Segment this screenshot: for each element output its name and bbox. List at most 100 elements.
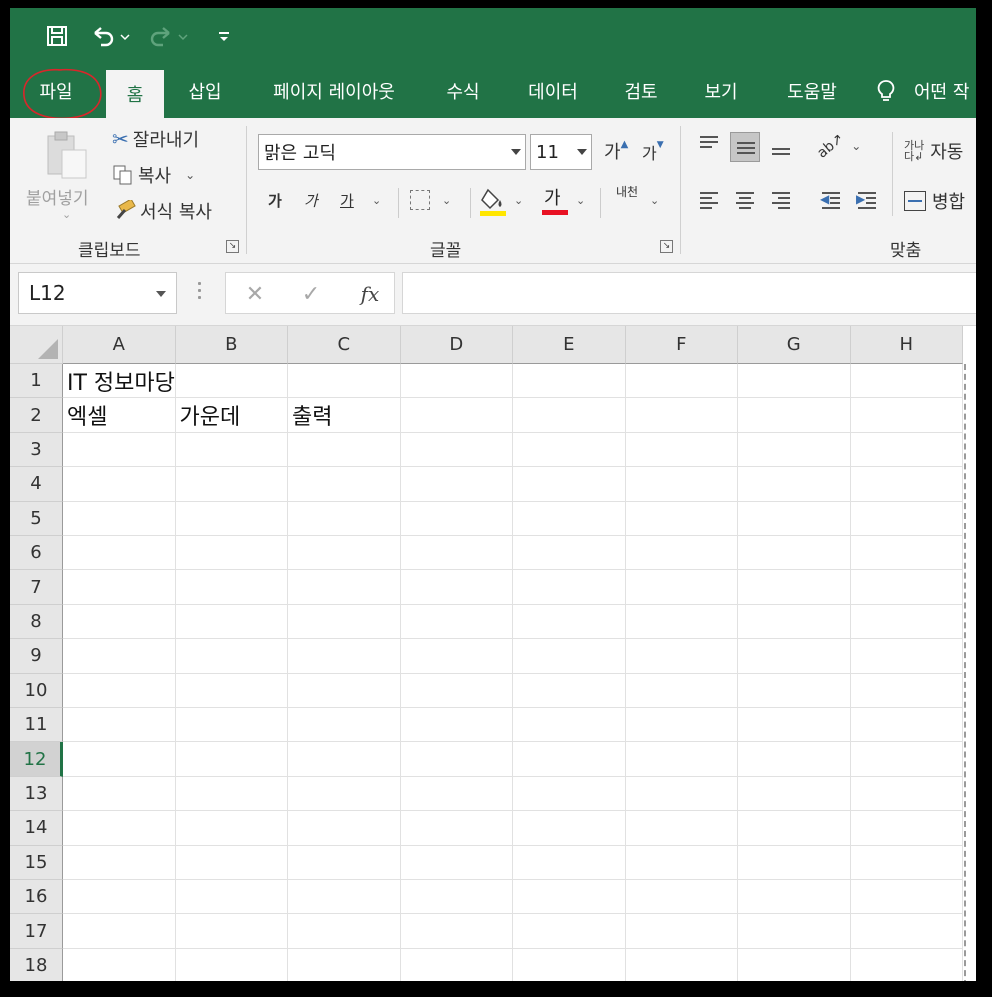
cell-g11[interactable]	[738, 708, 851, 743]
cell-d14[interactable]	[400, 811, 513, 846]
cell-c10[interactable]	[288, 673, 401, 708]
cell-h12[interactable]	[850, 742, 963, 777]
cell-g14[interactable]	[738, 811, 851, 846]
borders-icon[interactable]	[410, 190, 430, 210]
cell-f3[interactable]	[625, 432, 738, 468]
cell-c13[interactable]	[288, 776, 401, 812]
cell-e10[interactable]	[513, 673, 626, 708]
cell-g4[interactable]	[738, 467, 851, 502]
cell-g3[interactable]	[738, 432, 851, 468]
cell-d18[interactable]	[401, 948, 513, 981]
cell-b16[interactable]	[175, 880, 288, 915]
cell-f16[interactable]	[625, 880, 738, 915]
cell-e7[interactable]	[513, 570, 626, 605]
cell-c8[interactable]	[288, 604, 401, 640]
cell-b17[interactable]	[175, 914, 288, 949]
select-all-button[interactable]	[10, 326, 63, 364]
cell-h18[interactable]	[851, 948, 963, 981]
paste-dropdown-chevron-icon[interactable]: ⌄	[62, 208, 71, 221]
cell-d9[interactable]	[400, 639, 513, 674]
cell-a16[interactable]	[63, 880, 176, 915]
cell-a3[interactable]	[63, 432, 176, 468]
column-header-a[interactable]: A	[63, 326, 176, 364]
row-header-15[interactable]: 15	[10, 845, 63, 880]
cell-c1[interactable]	[288, 364, 401, 399]
cell-b9[interactable]	[175, 639, 288, 674]
copy-button[interactable]: 복사 ⌄	[112, 162, 195, 188]
cell-e13[interactable]	[513, 776, 626, 812]
tab-data[interactable]: 데이터	[514, 64, 592, 118]
cell-c12[interactable]	[288, 742, 401, 777]
cell-g12[interactable]	[738, 742, 851, 777]
cell-d8[interactable]	[400, 604, 513, 640]
middle-align-icon[interactable]	[730, 132, 760, 162]
cell-e15[interactable]	[513, 845, 626, 880]
cell-g5[interactable]	[738, 501, 851, 536]
cell-g13[interactable]	[738, 776, 851, 812]
cell-h15[interactable]	[850, 845, 963, 880]
underline-dropdown-chevron-icon[interactable]: ⌄	[372, 194, 381, 207]
cell-c15[interactable]	[288, 845, 401, 880]
cell-h4[interactable]	[850, 467, 963, 502]
cell-a1[interactable]: IT 정보마당	[63, 364, 176, 399]
row-header-3[interactable]: 3	[10, 432, 63, 468]
cell-f10[interactable]	[625, 673, 738, 708]
cell-h3[interactable]	[850, 432, 963, 468]
undo-icon[interactable]	[86, 20, 136, 52]
increase-indent-icon[interactable]: ▶	[852, 186, 882, 216]
phonetic-dropdown-chevron-icon[interactable]: ⌄	[650, 194, 659, 207]
cell-b7[interactable]	[175, 570, 288, 605]
cell-g16[interactable]	[738, 880, 851, 915]
cell-g17[interactable]	[738, 914, 851, 949]
cell-h13[interactable]	[850, 776, 963, 812]
row-header-12[interactable]: 12	[10, 742, 63, 777]
cell-b11[interactable]	[175, 708, 288, 743]
row-header-2[interactable]: 2	[10, 398, 63, 433]
cell-e4[interactable]	[513, 467, 626, 502]
phonetic-button[interactable]: 내천	[612, 186, 642, 199]
cell-g9[interactable]	[738, 639, 851, 674]
customize-qat-icon[interactable]	[214, 20, 234, 52]
cell-h5[interactable]	[850, 501, 963, 536]
cell-g18[interactable]	[738, 948, 851, 981]
name-box-dropdown-icon[interactable]	[156, 291, 166, 297]
cell-a17[interactable]	[63, 914, 176, 949]
cell-f6[interactable]	[625, 536, 738, 571]
cell-a15[interactable]	[63, 845, 176, 880]
font-launcher-icon[interactable]: ↘	[660, 240, 673, 253]
cell-a12[interactable]	[63, 742, 176, 777]
tab-help[interactable]: 도움말	[770, 64, 854, 118]
cell-f18[interactable]	[626, 948, 738, 981]
cell-c2[interactable]: 출력	[288, 398, 401, 433]
font-name-dropdown-icon[interactable]	[511, 149, 521, 155]
cell-a10[interactable]	[63, 673, 176, 708]
cell-g1[interactable]	[738, 364, 851, 399]
cell-a6[interactable]	[63, 536, 176, 571]
tell-me-box[interactable]: 어떤 작	[876, 64, 976, 118]
cell-f9[interactable]	[625, 639, 738, 674]
cell-h16[interactable]	[850, 880, 963, 915]
row-header-9[interactable]: 9	[10, 639, 63, 674]
cell-f13[interactable]	[625, 776, 738, 812]
cut-button[interactable]: ✂ 잘라내기	[112, 126, 199, 152]
column-header-e[interactable]: E	[513, 326, 626, 364]
decrease-indent-icon[interactable]: ◀	[816, 186, 846, 216]
align-right-icon[interactable]	[766, 186, 796, 216]
borders-dropdown-chevron-icon[interactable]: ⌄	[442, 194, 451, 207]
row-header-1[interactable]: 1	[10, 364, 63, 399]
cell-c5[interactable]	[288, 501, 401, 536]
cell-b14[interactable]	[175, 811, 288, 846]
cell-b13[interactable]	[175, 776, 288, 812]
cell-c11[interactable]	[288, 708, 401, 743]
cell-b18[interactable]	[176, 948, 288, 981]
cell-c9[interactable]	[288, 639, 401, 674]
cell-g15[interactable]	[738, 845, 851, 880]
cell-h17[interactable]	[850, 914, 963, 949]
cell-c17[interactable]	[288, 914, 401, 949]
cell-f8[interactable]	[625, 604, 738, 640]
column-header-h[interactable]: H	[850, 326, 963, 364]
cell-g10[interactable]	[738, 673, 851, 708]
cell-e6[interactable]	[513, 536, 626, 571]
cell-a4[interactable]	[63, 467, 176, 502]
cell-a11[interactable]	[63, 708, 176, 743]
